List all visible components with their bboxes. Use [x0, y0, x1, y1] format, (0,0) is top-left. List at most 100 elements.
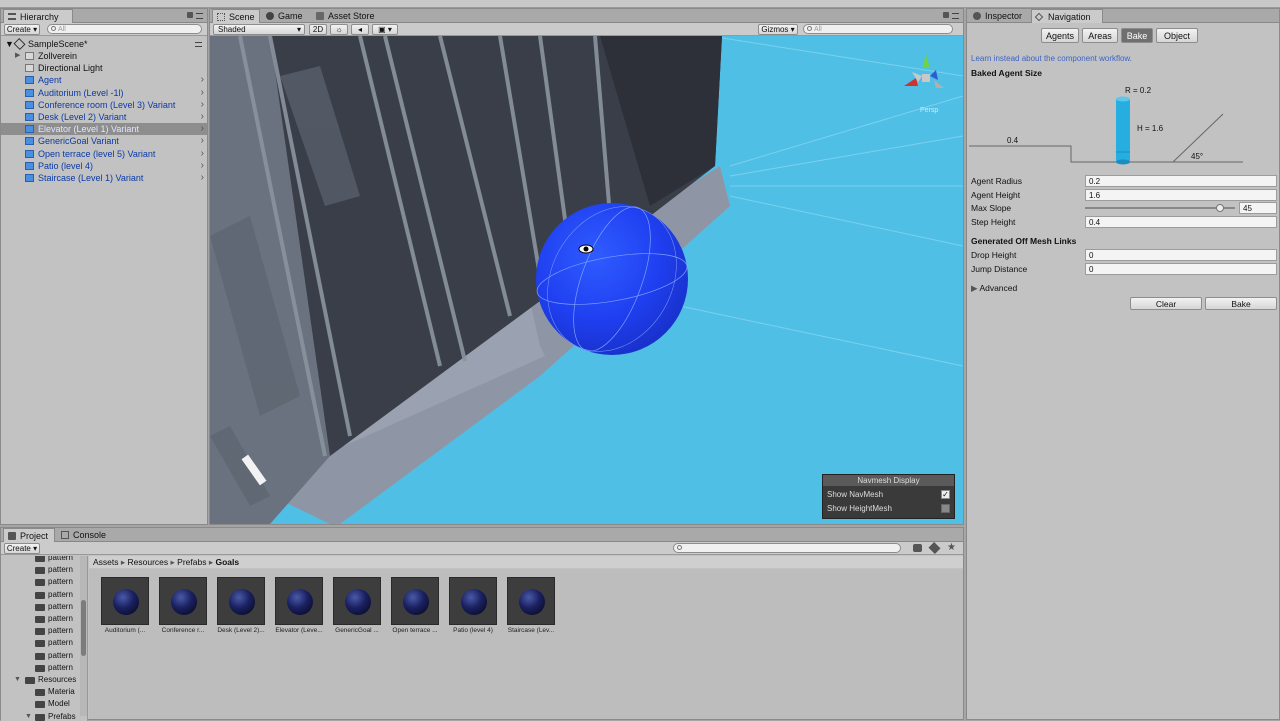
lock-icon[interactable] [187, 12, 193, 18]
breadcrumb-item[interactable]: Assets [93, 557, 119, 567]
subtab-object[interactable]: Object [1156, 28, 1198, 43]
show-navmesh-checkbox[interactable]: ✓ [941, 490, 950, 499]
bake-button[interactable]: Bake [1205, 297, 1277, 310]
hierarchy-item[interactable]: Agent › [1, 74, 207, 86]
persp-label[interactable]: Persp [920, 107, 938, 114]
hierarchy-item[interactable]: GenericGoal Variant › [1, 135, 207, 147]
open-prefab-arrow-icon[interactable]: › [201, 160, 204, 172]
scene-search[interactable]: All [803, 24, 953, 34]
expand-arrow-icon[interactable]: ▼ [25, 711, 32, 721]
open-prefab-arrow-icon[interactable]: › [201, 123, 204, 135]
create-button[interactable]: Create ▾ [4, 24, 40, 35]
shading-dropdown[interactable]: Shaded ▾ [213, 24, 305, 35]
tab-asset-store[interactable]: Asset Store [312, 9, 382, 23]
asset-tile[interactable]: Open terrace ... [391, 577, 439, 634]
filter-type-icon[interactable] [913, 544, 922, 552]
hierarchy-item[interactable]: Patio (level 4) › [1, 160, 207, 172]
asset-tile[interactable]: Desk (Level 2)... [217, 577, 265, 634]
tab-scene[interactable]: Scene [212, 9, 260, 23]
project-tree-item[interactable]: pattern [1, 576, 81, 588]
hierarchy-item[interactable]: Staircase (Level 1) Variant › [1, 172, 207, 184]
project-tree-item[interactable]: pattern [1, 662, 81, 674]
hierarchy-item[interactable]: Directional Light [1, 62, 207, 74]
hierarchy-item[interactable]: Elevator (Level 1) Variant › [1, 123, 207, 136]
expand-arrow-icon[interactable]: ▼ [5, 38, 14, 50]
scene-viewport[interactable] [210, 36, 963, 524]
tab-project[interactable]: Project [3, 528, 55, 542]
asset-tile[interactable]: Auditorium (... [101, 577, 149, 634]
asset-tile[interactable]: Patio (level 4) [449, 577, 497, 634]
max-slope-field[interactable]: 45 [1239, 202, 1277, 215]
show-heightmesh-checkbox[interactable] [941, 504, 950, 513]
project-tree-item[interactable]: pattern [1, 650, 81, 662]
asset-tile[interactable]: Elevator (Leve... [275, 577, 323, 634]
breadcrumb-item[interactable]: Prefabs [177, 557, 206, 567]
agent-radius-field[interactable]: 0.2 [1085, 175, 1277, 187]
scene-menu-icon[interactable] [195, 42, 202, 47]
tab-console[interactable]: Console [57, 528, 109, 542]
lock-icon[interactable] [943, 12, 949, 18]
menu-icon[interactable] [952, 13, 959, 19]
project-tree-item[interactable]: pattern [1, 589, 81, 601]
breadcrumb-item[interactable]: Goals [215, 557, 239, 567]
mode-2d-button[interactable]: 2D [309, 24, 327, 35]
hierarchy-item[interactable]: ▶ Zollverein [1, 50, 207, 62]
hierarchy-item[interactable]: Auditorium (Level -1l) › [1, 87, 207, 99]
asset-tile[interactable]: GenericGoal ... [333, 577, 381, 634]
asset-tile[interactable]: Staircase (Lev... [507, 577, 555, 634]
project-create-button[interactable]: Create ▾ [4, 543, 40, 554]
hierarchy-search[interactable]: All [47, 24, 202, 34]
agent-height-field[interactable]: 1.6 [1085, 188, 1277, 201]
expand-arrow-icon[interactable]: ▶ [15, 50, 20, 62]
project-tree-item[interactable]: ▼ Prefabs [1, 711, 81, 721]
project-tree-item[interactable]: Materia [1, 686, 81, 698]
tab-inspector[interactable]: Inspector [969, 9, 1031, 23]
tab-navigation[interactable]: Navigation [1031, 9, 1103, 23]
project-tree-item[interactable]: pattern [1, 564, 81, 576]
max-slope-slider[interactable] [1085, 204, 1235, 213]
project-tree-item[interactable]: pattern [1, 556, 81, 564]
hierarchy-item[interactable]: Conference room (Level 3) Variant › [1, 99, 207, 111]
project-tree-item[interactable]: pattern [1, 625, 81, 637]
open-prefab-arrow-icon[interactable]: › [201, 135, 204, 147]
project-tree-item[interactable]: Model [1, 698, 81, 710]
gizmos-dropdown[interactable]: Gizmos ▾ [758, 24, 798, 35]
lighting-toggle[interactable]: ☼ [330, 24, 348, 35]
tree-scrollbar[interactable] [80, 556, 87, 716]
breadcrumb-item[interactable]: Resources [128, 557, 169, 567]
open-prefab-arrow-icon[interactable]: › [201, 172, 204, 184]
open-prefab-arrow-icon[interactable]: › [201, 148, 204, 160]
open-prefab-arrow-icon[interactable]: › [201, 74, 204, 86]
menu-icon[interactable] [196, 13, 203, 19]
open-prefab-arrow-icon[interactable]: › [201, 99, 204, 111]
open-prefab-arrow-icon[interactable]: › [201, 111, 204, 123]
hierarchy-item[interactable]: Open terrace (level 5) Variant › [1, 148, 207, 160]
scrollbar-thumb[interactable] [81, 600, 86, 656]
subtab-bake[interactable]: Bake [1121, 28, 1153, 43]
advanced-foldout[interactable]: ▶ Advanced [971, 283, 1017, 294]
open-prefab-arrow-icon[interactable]: › [201, 87, 204, 99]
asset-tile[interactable]: Conference r... [159, 577, 207, 634]
audio-toggle[interactable]: ◂ [351, 24, 369, 35]
project-tree-item[interactable]: ▼ Resources [1, 674, 81, 686]
hierarchy-item[interactable]: Desk (Level 2) Variant › [1, 111, 207, 123]
clear-button[interactable]: Clear [1130, 297, 1202, 310]
subtab-agents[interactable]: Agents [1041, 28, 1079, 43]
effects-dropdown[interactable]: ▣ ▾ [372, 24, 398, 35]
project-tree-item[interactable]: pattern [1, 601, 81, 613]
component-workflow-link[interactable]: Learn instead about the component workfl… [971, 54, 1132, 63]
scene-row[interactable]: ▼ SampleScene* [1, 37, 207, 51]
drop-height-field[interactable]: 0 [1085, 249, 1277, 261]
project-tree-item[interactable]: pattern [1, 637, 81, 649]
project-search[interactable] [673, 543, 901, 553]
subtab-areas[interactable]: Areas [1082, 28, 1118, 43]
star-icon[interactable]: ★ [947, 542, 956, 553]
tab-hierarchy[interactable]: Hierarchy [3, 9, 73, 23]
jump-distance-field[interactable]: 0 [1085, 262, 1277, 275]
filter-label-icon[interactable] [928, 541, 941, 555]
tab-game[interactable]: Game [262, 9, 310, 23]
step-height-field[interactable]: 0.4 [1085, 215, 1277, 228]
slider-thumb[interactable] [1216, 204, 1224, 213]
project-tree-item[interactable]: pattern [1, 613, 81, 625]
expand-arrow-icon[interactable]: ▼ [14, 674, 21, 686]
